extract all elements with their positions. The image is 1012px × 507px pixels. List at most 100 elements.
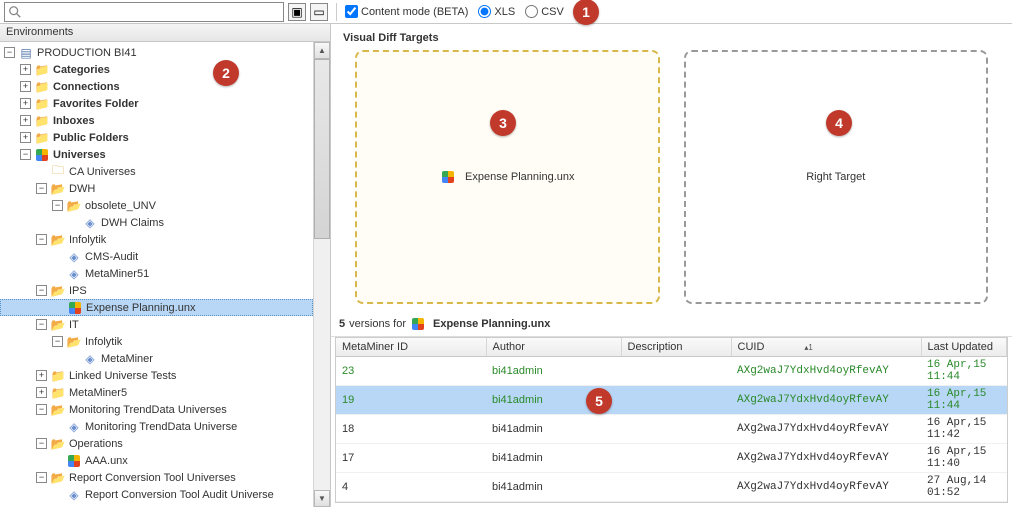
tree-node-monitoring-trend[interactable]: − 📂 Monitoring TrendData Universes [0,401,313,418]
sidebar-header: Environments [0,24,330,42]
cell-cuid: AXg2waJ7YdxHvd4oyRfevAY [731,357,921,386]
tree-node-public-folders[interactable]: + 📁 Public Folders [0,129,313,146]
tree-label: Categories [53,64,110,76]
col-id[interactable]: MetaMiner ID [336,338,486,357]
tree-node-ca-universes[interactable]: 🗀 CA Universes [0,163,313,180]
expander-icon[interactable]: − [36,183,47,194]
col-updated[interactable]: Last Updated [921,338,1007,357]
cell-id: 23 [336,357,486,386]
content-mode-checkbox[interactable]: Content mode (BETA) [345,5,468,18]
tree-label: AAA.unx [85,455,128,467]
tree-node-inboxes[interactable]: + 📁 Inboxes [0,112,313,129]
expander-icon[interactable]: + [36,370,47,381]
expander-icon[interactable]: + [36,387,47,398]
table-row[interactable]: 19bi41adminAXg2waJ7YdxHvd4oyRfevAY16 Apr… [336,386,1007,415]
tree-node-universes[interactable]: − Universes [0,146,313,163]
scroll-thumb[interactable] [314,59,330,239]
tree-node-infolytik[interactable]: − 📂 Infolytik [0,231,313,248]
cell-desc [621,357,731,386]
table-row[interactable]: 18bi41adminAXg2waJ7YdxHvd4oyRfevAY16 Apr… [336,415,1007,444]
tree-node-infolytik2[interactable]: − 📂 Infolytik [0,333,313,350]
tree-node-root[interactable]: − ▤ PRODUCTION BI41 [0,44,313,61]
diff-left-label: Expense Planning.unx [465,171,574,183]
expander-icon[interactable]: − [36,285,47,296]
tree-node-linked-univ[interactable]: + 📁 Linked Universe Tests [0,367,313,384]
tree-label: Operations [69,438,123,450]
sidebar-scrollbar[interactable]: ▲ ▼ [313,42,330,507]
tree-node-metaminer[interactable]: ◈ MetaMiner [0,350,313,367]
folder-open-icon: 📂 [50,181,66,197]
folder-icon: 📁 [34,130,50,146]
document-icon: ◈ [66,249,82,265]
tree-node-it[interactable]: − 📂 IT [0,316,313,333]
expander-icon[interactable]: − [36,438,47,449]
content-mode-label: Content mode (BETA) [361,6,468,18]
col-author[interactable]: Author [486,338,621,357]
expander-icon[interactable]: − [52,200,63,211]
tree-node-metaminer51[interactable]: ◈ MetaMiner51 [0,265,313,282]
expander-icon[interactable]: − [36,319,47,330]
environments-tree[interactable]: − ▤ PRODUCTION BI41 + 📁 Categories + 📁 C… [0,42,330,507]
expand-all-button[interactable]: ▣ [288,3,306,21]
scroll-up-button[interactable]: ▲ [314,42,330,59]
tree-node-connections[interactable]: + 📁 Connections [0,78,313,95]
tree-node-aaa-unx[interactable]: AAA.unx [0,452,313,469]
tree-label: Universes [53,149,106,161]
table-row[interactable]: 23bi41adminAXg2waJ7YdxHvd4oyRfevAY16 Apr… [336,357,1007,386]
expander-icon[interactable]: − [36,472,47,483]
expander-icon[interactable]: − [4,47,15,58]
expander-icon[interactable]: − [36,234,47,245]
format-xls-radio[interactable]: XLS [478,5,515,18]
expander-icon[interactable]: + [20,64,31,75]
tree-node-ips[interactable]: − 📂 IPS [0,282,313,299]
collapse-all-button[interactable]: ▭ [310,3,328,21]
cell-cuid: AXg2waJ7YdxHvd4oyRfevAY [731,386,921,415]
tree-node-obsolete-unv[interactable]: − 📂 obsolete_UNV [0,197,313,214]
content-mode-input[interactable] [345,5,358,18]
tree-label: Favorites Folder [53,98,139,110]
tree-label: Report Conversion Tool Universes [69,472,236,484]
expander-icon[interactable]: + [20,115,31,126]
cell-author: bi41admin [486,473,621,502]
expander-icon[interactable]: − [52,336,63,347]
expander-icon[interactable]: + [20,98,31,109]
tree-label: DWH [69,183,95,195]
tree-node-dwh-claims[interactable]: ◈ DWH Claims [0,214,313,231]
tree-label: MetaMiner [101,353,153,365]
table-row[interactable]: 4bi41adminAXg2waJ7YdxHvd4oyRfevAY27 Aug,… [336,473,1007,502]
expander-icon[interactable]: − [36,404,47,415]
tree-node-report-conv-audit[interactable]: ◈ Report Conversion Tool Audit Universe [0,486,313,503]
format-csv-input[interactable] [525,5,538,18]
folder-open-icon: 📂 [50,470,66,486]
tree-node-dwh[interactable]: − 📂 DWH [0,180,313,197]
tree-node-report-conv[interactable]: − 📂 Report Conversion Tool Universes [0,469,313,486]
document-icon: ◈ [66,419,82,435]
diff-target-left[interactable]: Expense Planning.unx [355,50,660,304]
tree-node-favorites[interactable]: + 📁 Favorites Folder [0,95,313,112]
format-csv-radio[interactable]: CSV [525,5,564,18]
tree-node-monitoring-trend-univ[interactable]: ◈ Monitoring TrendData Universe [0,418,313,435]
tree-node-categories[interactable]: + 📁 Categories [0,61,313,78]
expander-icon[interactable]: − [20,149,31,160]
tree-label: PRODUCTION BI41 [37,47,137,59]
expander-icon[interactable]: + [20,81,31,92]
top-toolbar: ▣ ▭ Content mode (BETA) XLS CSV [0,0,1012,24]
expander-icon[interactable]: + [20,132,31,143]
tree-node-metaminer5[interactable]: + 📁 MetaMiner5 [0,384,313,401]
versions-file: Expense Planning.unx [433,318,550,330]
search-input[interactable] [4,2,284,22]
tree-label: CA Universes [69,166,136,178]
universe-icon [34,147,50,163]
scroll-down-button[interactable]: ▼ [314,490,330,507]
col-desc[interactable]: Description [621,338,731,357]
col-cuid[interactable]: CUID▴1 [731,338,921,357]
tree-label: Infolytik [85,336,122,348]
versions-table-wrap: MetaMiner ID Author Description CUID▴1 L… [335,337,1008,503]
format-xls-input[interactable] [478,5,491,18]
tree-node-expense-planning[interactable]: Expense Planning.unx [0,299,313,316]
table-row[interactable]: 17bi41adminAXg2waJ7YdxHvd4oyRfevAY16 Apr… [336,444,1007,473]
server-icon: ▤ [18,45,34,61]
tree-node-operations[interactable]: − 📂 Operations [0,435,313,452]
diff-target-right[interactable]: Right Target [684,50,989,304]
tree-node-cms-audit[interactable]: ◈ CMS-Audit [0,248,313,265]
